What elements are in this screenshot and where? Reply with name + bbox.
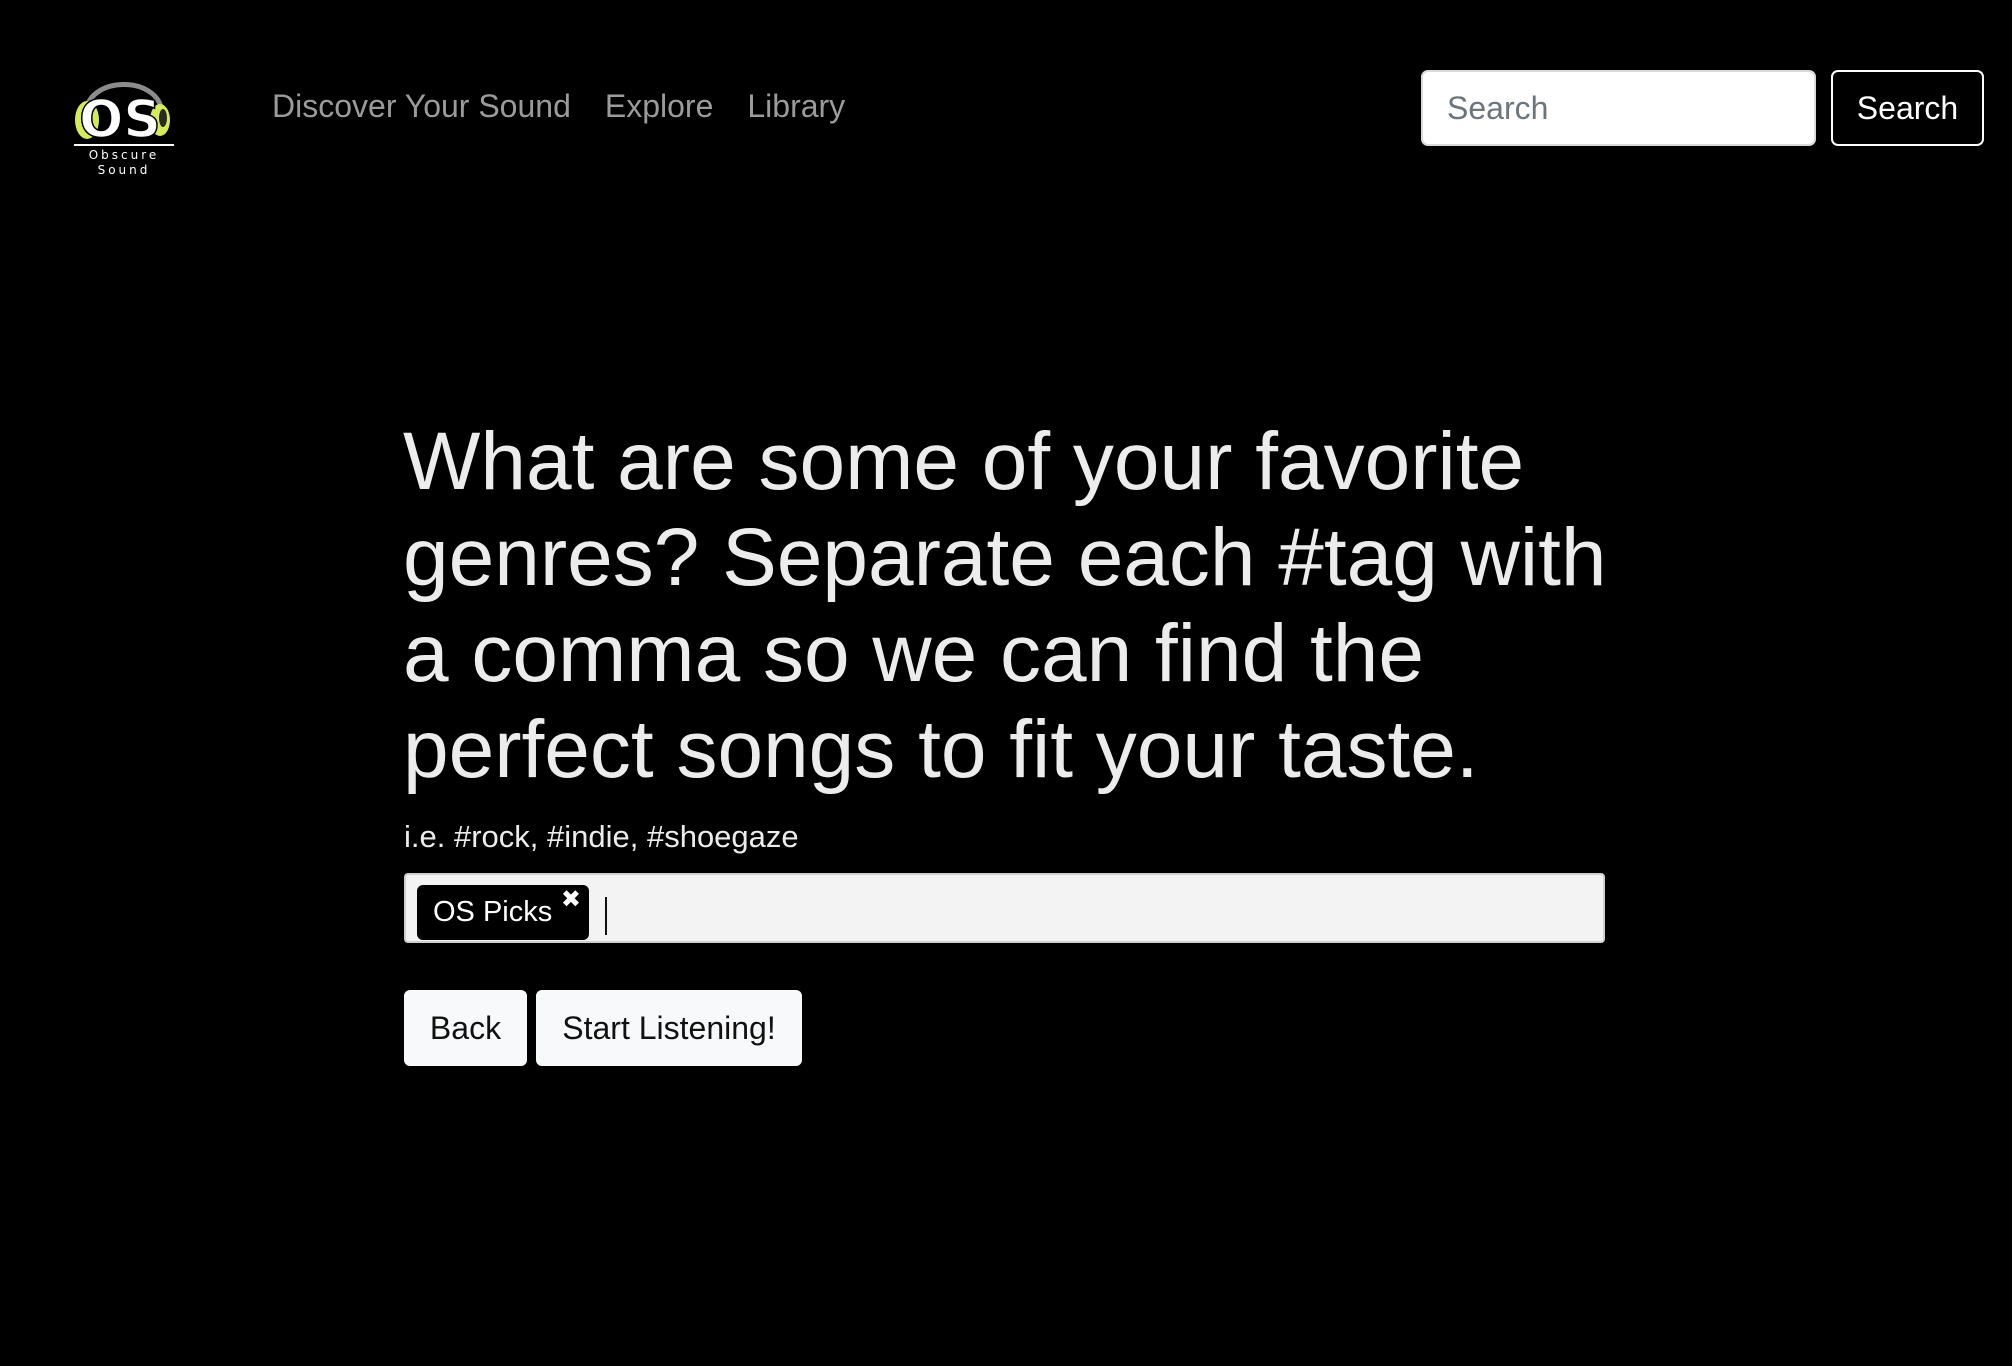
nav-link-discover[interactable]: Discover Your Sound xyxy=(272,82,571,130)
back-button[interactable]: Back xyxy=(404,990,527,1066)
headphones-logo-icon: OS xyxy=(74,82,174,146)
start-listening-button[interactable]: Start Listening! xyxy=(536,990,802,1066)
navbar: OS Obscure Sound Discover Your Sound Exp… xyxy=(0,0,2012,216)
logo-letters: OS xyxy=(79,90,161,146)
genre-tag-field[interactable]: OS Picks ✖ xyxy=(404,873,1605,943)
tag-chip-label: OS Picks xyxy=(433,896,553,928)
genre-tag-input[interactable] xyxy=(602,885,1592,935)
tag-chip-os-picks: OS Picks ✖ xyxy=(417,885,589,940)
search-input[interactable] xyxy=(1421,70,1816,146)
search-button[interactable]: Search xyxy=(1831,70,1984,146)
text-caret xyxy=(605,897,607,935)
genre-hint: i.e. #rock, #indie, #shoegaze xyxy=(404,819,799,854)
nav-link-explore[interactable]: Explore xyxy=(605,82,714,130)
nav-link-library[interactable]: Library xyxy=(747,82,845,130)
logo-name-line1: Obscure xyxy=(88,148,160,162)
close-icon[interactable]: ✖ xyxy=(561,887,581,913)
page-heading: What are some of your favorite genres? S… xyxy=(403,416,1607,795)
brand-logo[interactable]: OS Obscure Sound xyxy=(72,62,176,182)
logo-name-line2: Sound xyxy=(97,163,151,177)
nav-links: Discover Your Sound Explore Library xyxy=(272,82,845,130)
